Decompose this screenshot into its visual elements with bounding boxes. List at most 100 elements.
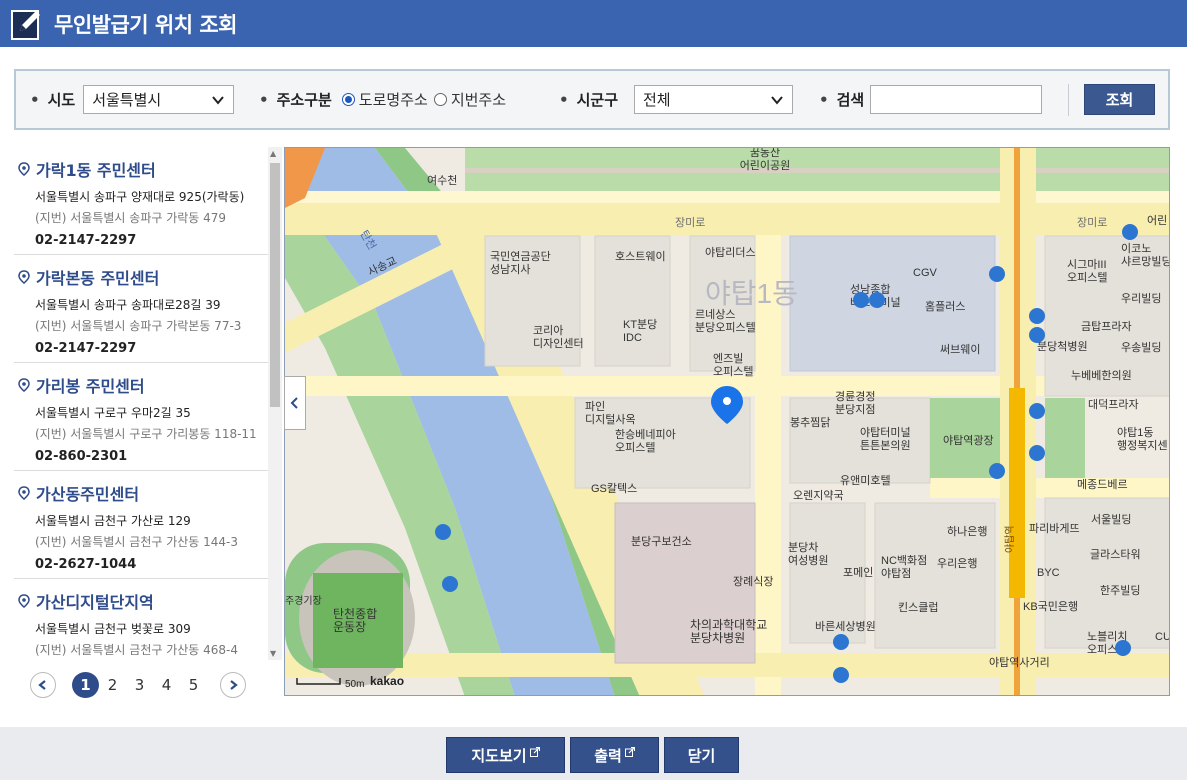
chevron-down-icon <box>771 95 783 105</box>
external-link-icon <box>529 747 540 757</box>
search-button[interactable]: 조회 <box>1084 84 1155 115</box>
radio-selected[interactable] <box>341 93 355 106</box>
map-label: 어린 <box>1147 214 1167 227</box>
map-label: 파리바게뜨 <box>1029 522 1080 535</box>
footer: 지도보기 출력 닫기 <box>0 727 1187 780</box>
page-5[interactable]: 5 <box>180 672 207 698</box>
list-item-road: 서울특별시 구로구 우마2길 35 <box>35 406 191 420</box>
list-item-road: 서울특별시 금천구 벚꽃로 309 <box>35 622 191 636</box>
map-label: GS칼텍스 <box>591 482 637 495</box>
svg-text:50m: 50m <box>345 679 364 690</box>
list-item-tel: 02-2627-1044 <box>35 557 137 572</box>
scrollbar-thumb[interactable] <box>270 163 280 407</box>
map-label: CU <box>1155 631 1170 643</box>
title-bar: 무인발급기 위치 조회 <box>0 0 1187 47</box>
page-4[interactable]: 4 <box>153 672 180 698</box>
list-item-jibun: (지번) 서울특별시 구로구 가리봉동 118-11 <box>35 427 257 441</box>
list-item[interactable]: 가산디지털단지역 서울특별시 금천구 벚꽃로 309 (지번) 서울특별시 금천… <box>14 579 268 660</box>
sido-group: • 시도 서울특별시 <box>30 71 235 128</box>
radio-road-address[interactable]: 도로명주소 <box>341 89 428 110</box>
sido-select[interactable]: 서울특별시 <box>83 85 235 114</box>
keyword-label: 검색 <box>836 91 865 109</box>
pagination: 1 2 3 4 5 <box>30 671 246 699</box>
list-item-tel: 02-2147-2297 <box>35 341 137 356</box>
location-pin-icon <box>18 594 30 608</box>
map-label: 유앤미호텔 <box>840 474 891 487</box>
sigungu-select[interactable]: 전체 <box>634 85 793 114</box>
kakao-logo: kakao <box>370 674 404 688</box>
chevron-left-icon <box>290 397 298 409</box>
chevron-left-icon <box>38 680 46 690</box>
list-item-jibun: (지번) 서울특별시 금천구 가산동 468-4 <box>35 643 239 657</box>
map-label: 하나은행 <box>947 524 987 538</box>
list-scrollbar[interactable]: ▲ ▼ <box>268 147 282 660</box>
list-item-name[interactable]: 가락1동 주민센터 <box>36 157 156 181</box>
list-item[interactable]: 가락본동 주민센터 서울특별시 송파구 송파대로28길 39 (지번) 서울특별… <box>14 255 268 363</box>
edit-note-icon <box>10 7 44 41</box>
print-button[interactable]: 출력 <box>570 737 659 773</box>
map-label: 주경기장 <box>285 594 322 607</box>
map-label: KB국민은행 <box>1023 600 1078 613</box>
map-label: 한주빌딩 <box>1100 584 1140 597</box>
list-item-name[interactable]: 가산동주민센터 <box>36 481 139 505</box>
sido-label: 시도 <box>47 91 76 109</box>
location-pin-icon <box>18 486 30 500</box>
keyword-input[interactable] <box>870 85 1043 114</box>
map-label: 야탑1동 <box>705 278 798 309</box>
map-label: 야탑역 <box>1004 525 1016 553</box>
list-item-road: 서울특별시 송파구 송파대로28길 39 <box>35 298 221 312</box>
list-item-tel: 02-2147-2297 <box>35 233 137 248</box>
map-canvas[interactable]: 꿈동산 어린이공원 여수천 탄천 사송교 장미로 장미로 국민연금공단 성남지사 코… <box>285 148 1170 696</box>
radio-jibun-address[interactable]: 지번주소 <box>433 89 506 110</box>
map-label: 킨스클럽 <box>898 600 938 614</box>
addr-type-label: 주소구분 <box>276 91 332 109</box>
radio-unselected[interactable] <box>433 93 447 106</box>
map-label: 대덕프라자 <box>1088 398 1139 411</box>
sigungu-label: 시군구 <box>576 91 618 109</box>
result-list: 가락1동 주민센터 서울특별시 송파구 양재대로 925(가락동) (지번) 서… <box>14 147 268 660</box>
map-label: 글라스타워 <box>1090 548 1141 561</box>
chevron-down-icon <box>212 95 224 105</box>
map-view[interactable]: 꿈동산 어린이공원 여수천 탄천 사송교 장미로 장미로 국민연금공단 성남지사 코… <box>284 147 1170 696</box>
list-item[interactable]: 가리봉 주민센터 서울특별시 구로구 우마2길 35 (지번) 서울특별시 구로… <box>14 363 268 471</box>
map-label: 봉추찜닭 <box>790 416 830 429</box>
page-3[interactable]: 3 <box>126 672 153 698</box>
location-pin-icon <box>18 378 30 392</box>
next-page-button[interactable] <box>220 672 246 698</box>
location-pin-icon <box>18 162 30 176</box>
list-item[interactable]: 가산동주민센터 서울특별시 금천구 가산로 129 (지번) 서울특별시 금천구… <box>14 471 268 579</box>
scroll-up-icon[interactable]: ▲ <box>270 149 276 158</box>
map-label: 우송빌딩 <box>1121 341 1161 354</box>
collapse-list-button[interactable] <box>284 376 306 430</box>
page-1[interactable]: 1 <box>72 672 99 698</box>
map-label: 야탑역광장 <box>943 434 994 447</box>
list-item-jibun: (지번) 서울특별시 송파구 가락본동 77-3 <box>35 319 242 333</box>
map-label: 우리은행 <box>937 557 977 570</box>
map-label: BYC <box>1037 567 1060 579</box>
map-label: 분당척병원 <box>1037 340 1088 353</box>
map-view-button[interactable]: 지도보기 <box>446 737 565 773</box>
prev-page-button[interactable] <box>30 672 56 698</box>
location-pin-icon <box>18 270 30 284</box>
map-label: 여수천 <box>427 173 457 187</box>
map-label: 장미로 <box>675 216 705 229</box>
map-label: 누베베한의원 <box>1071 369 1132 382</box>
chevron-right-icon <box>230 680 238 690</box>
map-label: 서울빌딩 <box>1091 513 1131 526</box>
list-item-name[interactable]: 가리봉 주민센터 <box>36 373 145 397</box>
map-label: 호스트웨이 <box>615 250 666 263</box>
page-2[interactable]: 2 <box>99 672 126 698</box>
list-item-road: 서울특별시 송파구 양재대로 925(가락동) <box>35 190 245 204</box>
external-link-icon <box>624 747 635 757</box>
map-label: 써브웨이 <box>940 343 980 356</box>
scroll-down-icon[interactable]: ▼ <box>270 649 276 658</box>
map-label: 포메인 <box>843 566 873 579</box>
addr-type-group: • 주소구분 도로명주소 지번주소 <box>259 89 507 110</box>
list-item-jibun: (지번) 서울특별시 송파구 가락동 479 <box>35 211 227 225</box>
close-button[interactable]: 닫기 <box>664 737 739 773</box>
map-label: 우리빌딩 <box>1121 292 1161 305</box>
search-panel: • 시도 서울특별시 • 주소구분 도로명주소 지번주소 • 시군구 전체 • … <box>14 69 1170 130</box>
list-item-name[interactable]: 가산디지털단지역 <box>36 589 154 613</box>
list-item[interactable]: 가락1동 주민센터 서울특별시 송파구 양재대로 925(가락동) (지번) 서… <box>14 147 268 255</box>
list-item-name[interactable]: 가락본동 주민센터 <box>36 265 159 289</box>
